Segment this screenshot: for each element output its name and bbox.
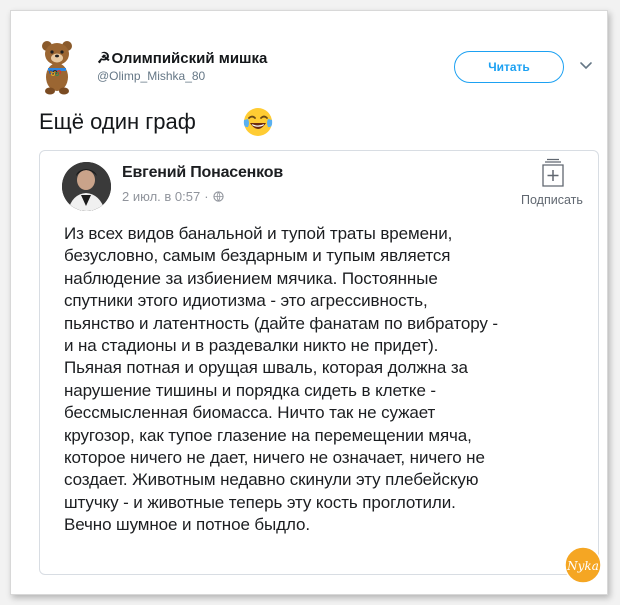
screenshot-frame: ☭Олимпийский мишка @Olimp_Mishka_80 Чита…	[10, 10, 608, 595]
display-name-text: Олимпийский мишка	[111, 50, 268, 67]
post-line: безусловно, самым бездарным и тупым явля…	[64, 246, 451, 266]
follow-button[interactable]: Читать	[454, 51, 564, 83]
post-line: Пьяная потная и орущая шваль, которая до…	[64, 358, 468, 378]
chevron-down-icon[interactable]	[579, 61, 593, 71]
face-with-tears-of-joy-icon	[243, 108, 273, 136]
embedded-post-card: Евгений Понасенков 2 июл. в 0:57 · Подпи…	[39, 150, 599, 575]
post-line: и на стадионы и в раздевалки никто не пр…	[64, 336, 439, 356]
post-line: кругозор, как тупое глазение на перемеще…	[64, 425, 472, 445]
post-date[interactable]: 2 июл. в 0:57	[122, 189, 200, 204]
subscribe-label[interactable]: Подписать	[521, 193, 583, 207]
post-line: бессмысленная биомасса. Ничто так не суж…	[64, 403, 436, 423]
author-avatar[interactable]	[62, 162, 111, 211]
post-line: спутники этого идиотизма - это агрессивн…	[64, 291, 428, 311]
subscribe-icon[interactable]	[539, 158, 567, 188]
nyka-watermark-logo: Nyka	[564, 546, 602, 584]
tweet-text: Ещё один граф	[39, 109, 196, 134]
post-body: Из всех видов банальной и тупой траты вр…	[64, 223, 594, 537]
post-line: нарушение тишины и порядка сидеть в клет…	[64, 380, 436, 400]
display-name[interactable]: ☭Олимпийский мишка	[97, 49, 267, 67]
author-name[interactable]: Евгений Понасенков	[122, 164, 283, 182]
post-meta: 2 июл. в 0:57 ·	[122, 189, 224, 204]
post-line: создает. Животным недавно скинули эту пл…	[64, 470, 479, 490]
post-line: наблюдение за избиением мячика. Постоянн…	[64, 268, 438, 288]
globe-icon	[212, 191, 224, 202]
meta-separator: ·	[204, 189, 209, 204]
svg-text:Nyka: Nyka	[566, 559, 599, 573]
post-line: Вечно шумное и потное быдло.	[64, 515, 310, 535]
post-line: которое ничего не дает, ничего не означа…	[64, 448, 485, 468]
post-line: Из всех видов банальной и тупой траты вр…	[64, 224, 453, 243]
hammer-sickle-symbol: ☭	[97, 50, 111, 67]
post-line: штучку - и животные теперь эту кость про…	[64, 492, 456, 512]
author-portrait-image	[62, 162, 111, 211]
post-line: пьянство и латентность (дайте фанатам по…	[64, 313, 498, 333]
username[interactable]: @Olimp_Mishka_80	[97, 69, 205, 83]
olympic-bear-avatar[interactable]	[37, 39, 77, 95]
